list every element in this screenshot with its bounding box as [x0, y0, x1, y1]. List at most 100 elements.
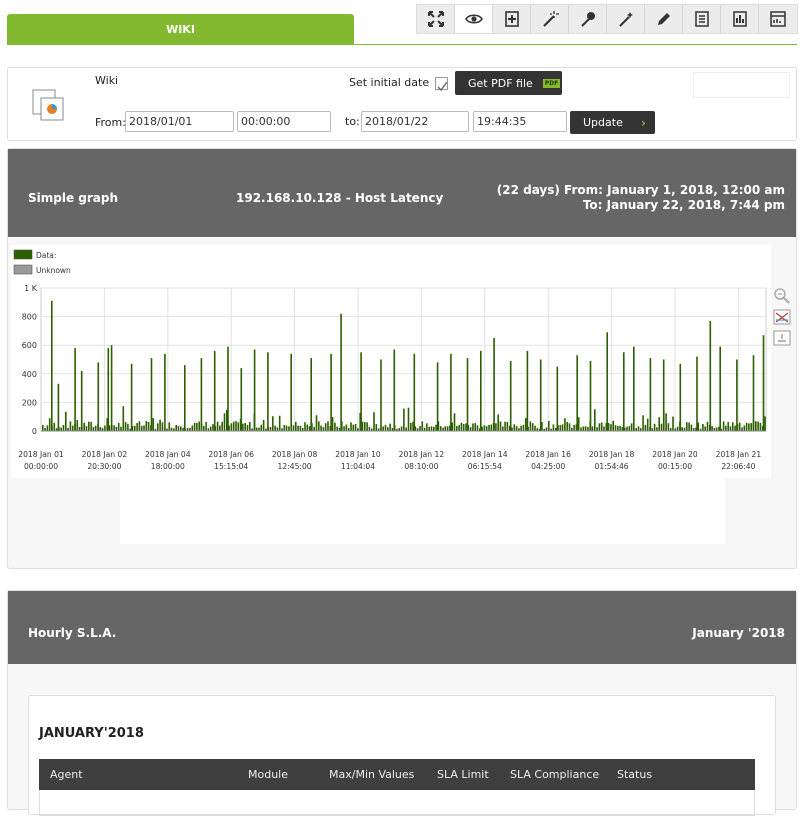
- data-bar: [421, 421, 424, 431]
- data-bar: [320, 425, 322, 431]
- data-bar: [313, 427, 315, 431]
- col-status[interactable]: Status: [617, 768, 652, 781]
- data-bar: [564, 418, 566, 431]
- to-time-input[interactable]: 19:44:35: [473, 111, 567, 132]
- data-bar: [382, 426, 384, 431]
- col-module[interactable]: Module: [248, 768, 288, 781]
- data-bar: [336, 426, 338, 431]
- data-bar: [476, 425, 479, 431]
- data-spike: [107, 348, 110, 431]
- data-bar: [428, 426, 430, 431]
- data-spike: [736, 359, 738, 431]
- data-bar: [212, 424, 214, 431]
- data-bar: [444, 426, 447, 431]
- data-bar: [462, 424, 465, 431]
- graph-range-from: (22 days) From: January 1, 2018, 12:00 a…: [496, 183, 785, 197]
- report-name: Wiki: [95, 74, 119, 87]
- data-bar: [529, 421, 532, 431]
- data-bar: [221, 421, 223, 431]
- data-bar: [193, 422, 196, 431]
- data-bar: [725, 425, 727, 431]
- data-bar: [83, 422, 85, 431]
- zoom-icon[interactable]: [773, 287, 791, 305]
- data-spike: [649, 358, 652, 431]
- view-button[interactable]: [455, 5, 493, 33]
- add-item-button[interactable]: [493, 5, 531, 33]
- report-button[interactable]: [759, 5, 797, 33]
- data-bar: [299, 425, 302, 431]
- legend-swatch: [13, 264, 33, 275]
- to-date-input[interactable]: 2018/01/22: [361, 111, 469, 132]
- data-bar: [124, 422, 127, 431]
- data-bar: [205, 421, 207, 431]
- tab-wiki[interactable]: WIKI: [7, 14, 354, 45]
- fullscreen-button[interactable]: [417, 5, 455, 33]
- data-bar: [60, 427, 62, 431]
- data-bar: [515, 426, 518, 431]
- data-bar: [223, 413, 226, 431]
- graph-header: Simple graph 192.168.10.128 - Host Laten…: [8, 149, 796, 237]
- list-button[interactable]: [683, 5, 721, 33]
- data-bar: [308, 426, 311, 431]
- data-bar: [646, 418, 649, 431]
- y-tick-label: 400: [22, 370, 37, 379]
- edit-button[interactable]: [645, 5, 683, 33]
- data-bar: [94, 425, 97, 431]
- data-spike: [80, 370, 83, 431]
- data-bar: [525, 418, 527, 431]
- update-button[interactable]: Update ›: [570, 111, 655, 134]
- data-bar: [614, 425, 617, 431]
- data-bar: [497, 414, 499, 431]
- get-pdf-button[interactable]: Get PDF file PDF: [455, 71, 562, 95]
- data-bar: [472, 423, 474, 431]
- data-spike: [662, 359, 665, 431]
- data-bar: [120, 426, 122, 431]
- data-spike: [184, 365, 186, 431]
- data-bar: [244, 423, 246, 431]
- data-bar: [591, 426, 594, 431]
- col-sla-compliance[interactable]: SLA Compliance: [510, 768, 599, 781]
- from-date-input[interactable]: 2018/01/01: [125, 111, 234, 132]
- col-sla-limit[interactable]: SLA Limit: [437, 768, 489, 781]
- eye-icon: [464, 14, 483, 24]
- data-bar: [738, 422, 741, 431]
- col-max-min[interactable]: Max/Min Values: [329, 768, 414, 781]
- set-initial-date-checkbox[interactable]: [435, 77, 448, 92]
- data-bar: [667, 423, 670, 431]
- magic-wand-button[interactable]: [607, 5, 645, 33]
- data-bar: [764, 416, 766, 431]
- col-agent[interactable]: Agent: [50, 768, 83, 781]
- bar-chart-button[interactable]: [721, 5, 759, 33]
- reset-zoom-icon[interactable]: [773, 308, 791, 326]
- sla-panel: Hourly S.L.A. January '2018 JANUARY'2018…: [7, 590, 797, 816]
- data-bar: [688, 422, 690, 431]
- data-spike: [466, 358, 469, 431]
- data-bar: [203, 426, 205, 431]
- data-spike: [509, 360, 512, 431]
- from-time-input[interactable]: 00:00:00: [237, 111, 331, 132]
- graph-type-title: Simple graph: [28, 191, 119, 205]
- data-bar: [665, 413, 667, 431]
- export-graph-icon[interactable]: [773, 329, 791, 347]
- data-bar: [734, 425, 736, 431]
- data-bar: [246, 424, 249, 431]
- wand-button[interactable]: [531, 5, 569, 33]
- data-spike: [762, 335, 765, 431]
- data-bar: [598, 423, 601, 431]
- data-bar: [318, 421, 320, 431]
- data-spike: [679, 363, 682, 431]
- x-tick-date: 2018 Jan 20: [652, 450, 698, 459]
- data-spike: [436, 362, 439, 431]
- data-spike: [360, 352, 362, 431]
- data-spike: [213, 350, 216, 431]
- data-bar: [715, 427, 718, 431]
- data-bar: [366, 422, 368, 431]
- pin-button[interactable]: [569, 5, 607, 33]
- data-bar: [78, 427, 81, 431]
- set-initial-date-label: Set initial date: [349, 76, 430, 89]
- magic-wand-icon: [618, 12, 633, 27]
- data-bar: [255, 427, 258, 431]
- graph-panel: Simple graph 192.168.10.128 - Host Laten…: [7, 148, 797, 569]
- data-bar: [235, 421, 237, 431]
- pin-icon: [580, 12, 595, 27]
